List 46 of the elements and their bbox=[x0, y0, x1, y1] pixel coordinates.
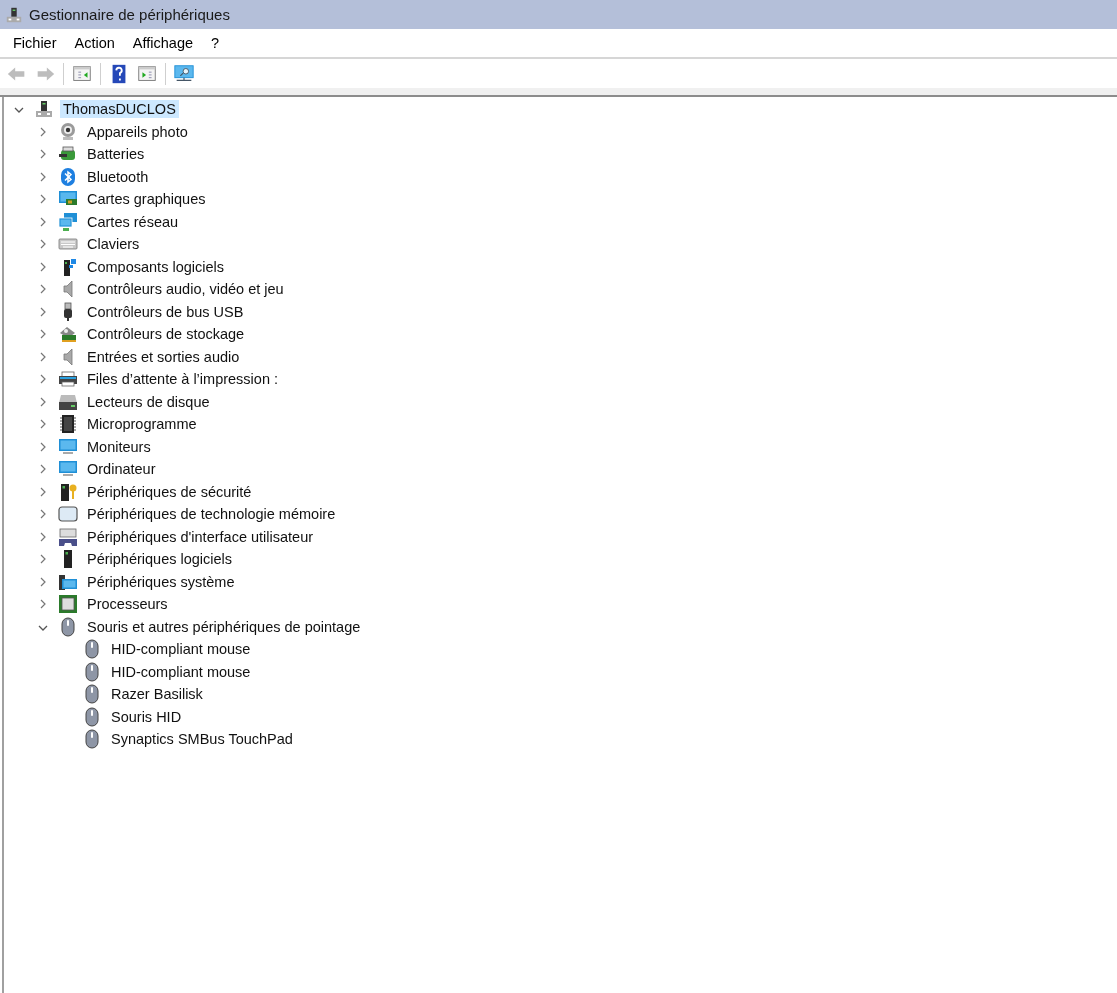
tree-item[interactable]: Razer Basilisk bbox=[108, 685, 206, 704]
chip-icon bbox=[58, 414, 78, 435]
tree-item[interactable]: Composants logiciels bbox=[84, 257, 227, 276]
webcam-icon bbox=[58, 121, 78, 142]
tree-item[interactable]: Périphériques de technologie mémoire bbox=[84, 505, 339, 524]
tree-item[interactable]: Périphériques logiciels bbox=[84, 550, 236, 569]
computer-tower-icon bbox=[34, 99, 54, 120]
menu-item[interactable]: ? bbox=[202, 35, 229, 51]
tree-item[interactable]: Lecteurs de disque bbox=[84, 392, 213, 411]
tree-item[interactable]: Souris HID bbox=[108, 707, 185, 726]
tree-item[interactable]: HID-compliant mouse bbox=[108, 662, 254, 681]
menu-item[interactable]: Action bbox=[65, 35, 124, 51]
tree-item[interactable]: Souris et autres périphériques de pointage bbox=[84, 617, 364, 636]
tree-item[interactable]: Contrôleurs audio, vidéo et jeu bbox=[84, 280, 287, 299]
network-monitors-icon bbox=[58, 211, 78, 232]
tree-item[interactable]: Synaptics SMBus TouchPad bbox=[108, 730, 296, 749]
tree-item[interactable]: Bluetooth bbox=[84, 167, 152, 186]
bluetooth-icon bbox=[58, 166, 78, 187]
tree-item[interactable]: Périphériques de sécurité bbox=[84, 482, 255, 501]
tree-item[interactable]: Contrôleurs de stockage bbox=[84, 325, 248, 344]
tree-item[interactable]: Cartes graphiques bbox=[84, 190, 209, 209]
tree-item[interactable]: ThomasDUCLOS bbox=[60, 100, 179, 119]
device-key-icon bbox=[58, 481, 78, 502]
tree-item[interactable]: Files d’attente à l’impression : bbox=[84, 370, 281, 389]
memory-card-icon bbox=[58, 504, 78, 525]
menu-item[interactable]: Fichier bbox=[4, 35, 66, 51]
menu-item[interactable]: Affichage bbox=[123, 35, 203, 51]
tree-item[interactable]: Processeurs bbox=[84, 595, 171, 614]
tree-item[interactable]: Moniteurs bbox=[84, 437, 154, 456]
keyboard-gamepad-icon bbox=[58, 526, 78, 547]
tree-item[interactable]: Ordinateur bbox=[84, 460, 159, 479]
tree-item[interactable]: Batteries bbox=[84, 145, 148, 164]
monitor-icon bbox=[58, 436, 78, 457]
tree-item[interactable]: Contrôleurs de bus USB bbox=[84, 302, 247, 321]
tree-item[interactable]: Périphériques d'interface utilisateur bbox=[84, 527, 317, 546]
printer-icon bbox=[58, 369, 78, 390]
window-title: Gestionnaire de périphériques bbox=[29, 6, 230, 23]
tree-item[interactable]: Entrées et sorties audio bbox=[84, 347, 243, 366]
storage-controller-icon bbox=[58, 324, 78, 345]
tree-item[interactable]: Appareils photo bbox=[84, 122, 191, 141]
tree-item[interactable]: Microprogramme bbox=[84, 415, 200, 434]
tree-item[interactable]: Claviers bbox=[84, 235, 143, 254]
tree-item[interactable]: Périphériques système bbox=[84, 572, 238, 591]
tree-item[interactable]: Cartes réseau bbox=[84, 212, 182, 231]
tree-item[interactable]: HID-compliant mouse bbox=[108, 640, 254, 659]
processor-icon bbox=[58, 594, 78, 615]
